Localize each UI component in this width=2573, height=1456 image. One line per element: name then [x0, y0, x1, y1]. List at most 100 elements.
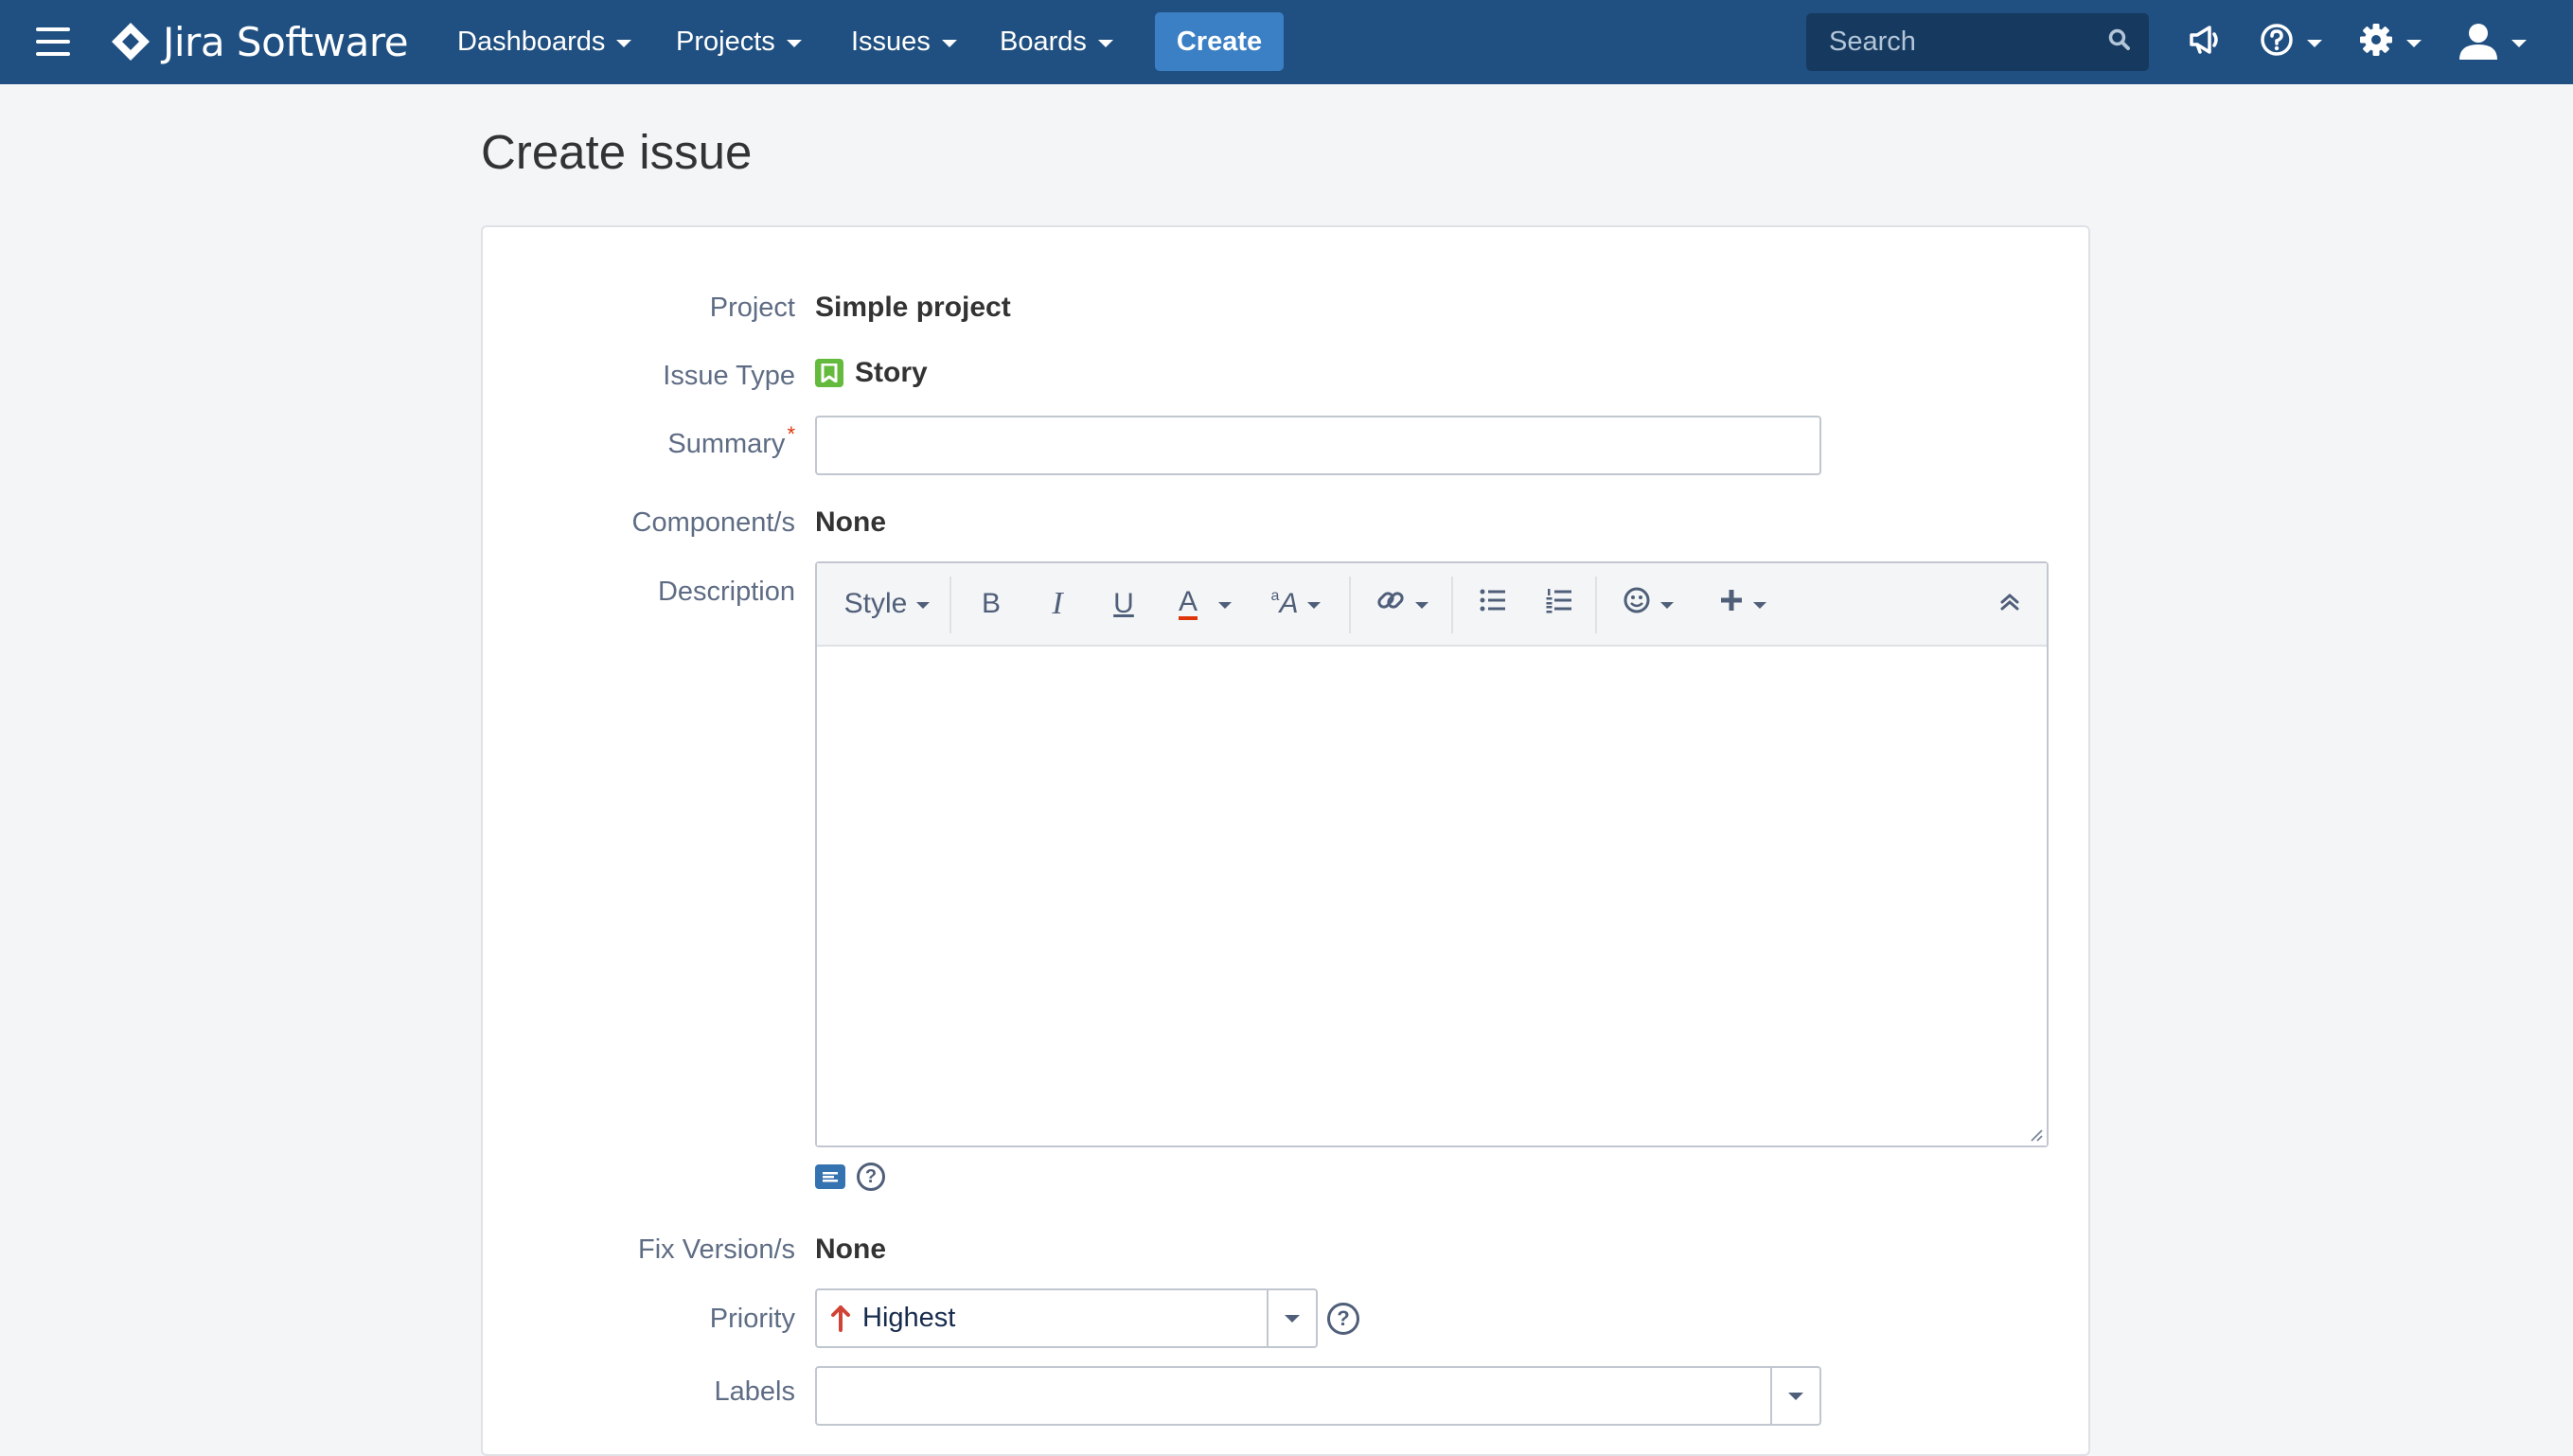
description-editor: Style B I U A a A: [815, 561, 2049, 1147]
jira-logo-icon: [110, 21, 151, 62]
components-label: Component/s: [631, 507, 796, 538]
emoticon-icon: [1623, 586, 1651, 622]
italic-label: I: [1052, 586, 1063, 621]
nav-issues-menu[interactable]: Issues: [851, 0, 957, 84]
editor-footer: ?: [815, 1163, 885, 1191]
editor-toolbar: Style B I U A a A: [817, 563, 2047, 647]
chevron-down-icon: [616, 40, 632, 47]
chevron-down-icon: [1307, 601, 1322, 609]
chevron-down-icon: [786, 40, 802, 47]
text-color-dropdown[interactable]: [1211, 563, 1239, 645]
search-box: [1806, 13, 2149, 71]
nav-dashboards-menu[interactable]: Dashboards: [457, 0, 632, 84]
issue-type-text: Story: [855, 357, 928, 388]
priority-label: Priority: [709, 1304, 795, 1334]
search-input[interactable]: [1827, 26, 2107, 59]
toolbar-divider: [1349, 577, 1351, 633]
nav-issues-label: Issues: [851, 27, 931, 57]
toolbar-divider: [1451, 577, 1453, 633]
notifications-button[interactable]: [2187, 19, 2225, 64]
nav-boards-label: Boards: [1000, 27, 1087, 57]
chevron-double-up-icon: [1998, 588, 2021, 620]
chevron-down-icon: [2307, 39, 2322, 47]
chevron-down-icon: [1660, 601, 1674, 609]
top-navigation-bar: Jira Software Dashboards Projects Issues…: [0, 0, 2573, 84]
description-textarea[interactable]: [817, 647, 2047, 1145]
fix-versions-label: Fix Version/s: [638, 1234, 795, 1265]
nav-projects-menu[interactable]: Projects: [676, 0, 802, 84]
emoticon-dropdown[interactable]: [1612, 563, 1684, 645]
components-value[interactable]: None: [815, 506, 886, 539]
fix-versions-value[interactable]: None: [815, 1234, 886, 1266]
help-icon[interactable]: ?: [1327, 1303, 1359, 1335]
chevron-down-icon: [2406, 39, 2422, 47]
chevron-down-icon: [1415, 601, 1428, 609]
chevron-down-icon: [916, 601, 931, 609]
page-title: Create issue: [481, 125, 753, 179]
labels-input[interactable]: [815, 1366, 1821, 1426]
user-avatar-icon: [2457, 17, 2500, 66]
italic-button[interactable]: I: [1035, 563, 1080, 645]
toolbar-divider: [1595, 577, 1597, 633]
chevron-down-icon: [1097, 40, 1113, 47]
priority-value: Highest: [862, 1303, 956, 1333]
collapse-toolbar-button[interactable]: [1987, 563, 2032, 645]
bullet-list-button[interactable]: [1470, 563, 1516, 645]
required-mark: *: [787, 422, 795, 446]
text-size-label: A: [1279, 588, 1299, 619]
issue-type-label: Issue Type: [663, 361, 795, 391]
toolbar-divider: [949, 577, 951, 633]
numbered-list-icon: [1545, 587, 1573, 621]
chevron-down-icon: [1285, 1314, 1300, 1323]
create-button[interactable]: Create: [1155, 12, 1284, 71]
profile-menu[interactable]: [2457, 17, 2527, 66]
chevron-down-icon: [1753, 601, 1766, 609]
summary-input[interactable]: [815, 416, 1821, 475]
bullet-list-icon: [1479, 587, 1507, 621]
chevron-down-icon: [1218, 601, 1232, 609]
style-dropdown[interactable]: Style: [840, 563, 934, 645]
resize-handle-icon[interactable]: [2028, 1127, 2043, 1142]
nav-dashboards-label: Dashboards: [457, 27, 606, 57]
help-menu[interactable]: [2258, 19, 2322, 64]
project-value: Simple project: [815, 292, 1011, 323]
style-dropdown-label: Style: [843, 588, 908, 619]
gear-icon: [2357, 21, 2395, 63]
description-label: Description: [657, 577, 795, 607]
underline-label: U: [1113, 588, 1134, 619]
link-dropdown[interactable]: [1366, 563, 1438, 645]
text-mode-toggle-icon[interactable]: [815, 1164, 845, 1189]
text-size-superscript-icon: a: [1270, 588, 1280, 604]
chevron-down-icon: [1788, 1392, 1803, 1400]
underline-button[interactable]: U: [1101, 563, 1146, 645]
insert-more-dropdown[interactable]: [1707, 563, 1779, 645]
summary-label: Summary*: [667, 422, 795, 460]
megaphone-icon: [2187, 21, 2225, 63]
summary-label-text: Summary: [667, 429, 786, 459]
numbered-list-button[interactable]: [1536, 563, 1582, 645]
text-color-button[interactable]: A: [1165, 563, 1211, 645]
priority-dropdown-toggle[interactable]: [1267, 1290, 1316, 1346]
bold-button[interactable]: B: [968, 563, 1014, 645]
nav-projects-label: Projects: [676, 27, 775, 57]
help-icon: [2258, 21, 2296, 63]
settings-menu[interactable]: [2357, 19, 2422, 64]
story-icon: [815, 359, 843, 387]
app-logo[interactable]: Jira Software: [110, 17, 409, 66]
bold-label: B: [981, 588, 1001, 619]
labels-dropdown-toggle[interactable]: [1770, 1368, 1819, 1424]
text-size-dropdown[interactable]: a A: [1260, 563, 1332, 645]
link-icon: [1375, 585, 1406, 623]
project-label: Project: [709, 293, 795, 323]
text-color-label: A: [1178, 588, 1198, 620]
app-name: Jira Software: [163, 18, 409, 65]
nav-boards-menu[interactable]: Boards: [1000, 0, 1113, 84]
menu-icon[interactable]: [36, 27, 70, 56]
priority-select[interactable]: Highest: [815, 1288, 1318, 1348]
chevron-down-icon: [2511, 39, 2527, 47]
search-icon[interactable]: [2107, 27, 2132, 57]
arrow-up-icon: [830, 1305, 851, 1332]
plus-icon: [1719, 588, 1744, 620]
help-icon[interactable]: ?: [857, 1163, 885, 1191]
chevron-down-icon: [941, 40, 957, 47]
